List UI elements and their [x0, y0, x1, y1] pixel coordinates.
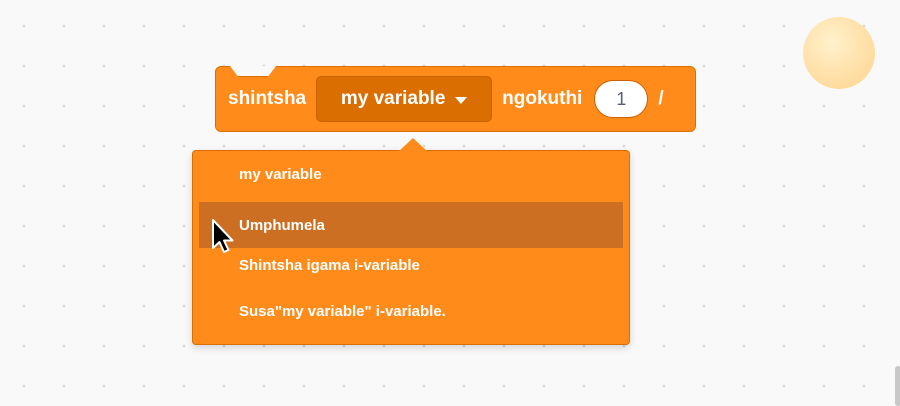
- menu-item-delete-variable[interactable]: Susa"my variable" i-variable.: [199, 288, 623, 334]
- scrollbar[interactable]: [895, 366, 900, 406]
- value-input[interactable]: 1: [594, 80, 649, 118]
- menu-item-my-variable[interactable]: my variable: [199, 151, 623, 197]
- change-variable-block[interactable]: shintsha my variable ngokuthi 1 /: [215, 66, 696, 132]
- block-label-change: shintsha: [228, 88, 307, 109]
- block-notch: [230, 66, 276, 77]
- menu-pointer-arrow: [399, 138, 427, 151]
- variable-dropdown-value: my variable: [340, 88, 446, 109]
- menu-item-rename-variable[interactable]: Shintsha igama i-variable: [199, 242, 623, 288]
- block-label-slash: /: [658, 88, 664, 109]
- caret-down-icon: [455, 96, 468, 104]
- variable-dropdown-menu: my variable Umphumela Shintsha igama i-v…: [192, 138, 630, 345]
- sprite-ball[interactable]: [803, 17, 875, 89]
- block-label-to: ngokuthi: [502, 88, 583, 109]
- variable-dropdown[interactable]: my variable: [316, 76, 493, 122]
- mouse-cursor-icon: [212, 219, 234, 253]
